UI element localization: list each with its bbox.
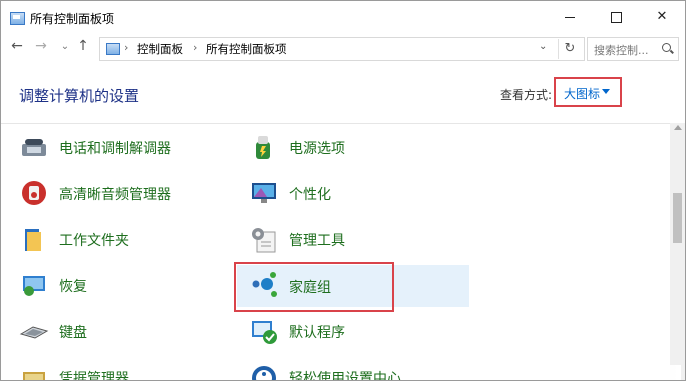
- control-panel-window: 所有控制面板项 ✕ ← → ⌄ ↑ › 控制面板 › 所有控制面板项 ⌄ ↻ 搜…: [0, 0, 686, 381]
- window-title: 所有控制面板项: [30, 12, 115, 26]
- maximize-icon: [611, 12, 622, 23]
- content-area: 调整计算机的设置 查看方式: 大图标 电话和调制解调器 高清晰音频管理器 工作文…: [1, 65, 685, 380]
- address-bar[interactable]: › 控制面板 › 所有控制面板项 ⌄ ↻: [99, 37, 585, 61]
- item-default-programs[interactable]: 默认程序: [249, 313, 449, 351]
- scroll-up-arrow-icon[interactable]: [674, 125, 682, 130]
- item-recovery[interactable]: 恢复: [19, 267, 219, 305]
- bottom-fade: [481, 365, 681, 380]
- recovery-icon: [23, 276, 45, 296]
- page-title: 调整计算机的设置: [19, 87, 140, 105]
- work-folders-icon: [25, 229, 41, 251]
- item-label: 电源选项: [289, 141, 345, 157]
- personalization-icon: [252, 183, 276, 203]
- item-personalization[interactable]: 个性化: [249, 175, 449, 213]
- item-credential-manager[interactable]: 凭据管理器: [19, 359, 219, 381]
- view-by-dropdown[interactable]: 大图标: [554, 77, 622, 107]
- search-input[interactable]: 搜索控制...: [587, 37, 679, 61]
- telephone-modem-icon: [22, 139, 46, 156]
- navigation-bar: ← → ⌄ ↑ › 控制面板 › 所有控制面板项 ⌄ ↻ 搜索控制...: [1, 34, 685, 64]
- caret-down-icon: [602, 89, 610, 94]
- back-button[interactable]: ←: [9, 38, 25, 54]
- close-button[interactable]: ✕: [639, 1, 685, 33]
- ease-of-access-icon: [252, 366, 276, 380]
- control-panel-icon: [106, 43, 120, 55]
- item-ease-of-access[interactable]: 轻松使用设置中心: [249, 359, 449, 381]
- item-label: 高清晰音频管理器: [59, 187, 171, 203]
- power-options-icon: [256, 136, 270, 159]
- audio-manager-icon: [22, 181, 46, 205]
- up-button[interactable]: ↑: [75, 38, 91, 54]
- breadcrumb-control-panel[interactable]: 控制面板: [137, 41, 183, 57]
- refresh-button[interactable]: ↻: [558, 39, 581, 59]
- breadcrumb-separator: ›: [124, 41, 129, 54]
- item-label: 个性化: [289, 187, 331, 203]
- maximize-button[interactable]: [593, 1, 639, 33]
- item-label: 凭据管理器: [59, 371, 129, 381]
- view-by-value: 大图标: [564, 87, 601, 101]
- search-placeholder: 搜索控制...: [594, 44, 649, 57]
- credential-manager-icon: [23, 372, 45, 380]
- minimize-icon: [565, 17, 575, 18]
- item-admin-tools[interactable]: 管理工具: [249, 221, 449, 259]
- control-panel-icon: [10, 12, 25, 25]
- item-label: 工作文件夹: [59, 233, 129, 249]
- breadcrumb-all-items[interactable]: 所有控制面板项: [206, 41, 287, 57]
- item-hd-audio[interactable]: 高清晰音频管理器: [19, 175, 219, 213]
- address-dropdown-button[interactable]: ⌄: [539, 41, 547, 52]
- control-panel-items: 电话和调制解调器 高清晰音频管理器 工作文件夹 恢复 键盘 凭据管理器 电源选项…: [1, 124, 670, 380]
- item-label: 管理工具: [289, 233, 345, 249]
- title-bar: 所有控制面板项 ✕: [1, 1, 685, 33]
- vertical-scrollbar[interactable]: [670, 123, 685, 380]
- default-programs-icon: [252, 321, 277, 344]
- recent-locations-button[interactable]: ⌄: [57, 41, 73, 52]
- forward-button[interactable]: →: [33, 38, 49, 54]
- item-label: 轻松使用设置中心: [289, 371, 401, 381]
- view-by-label: 查看方式:: [500, 88, 553, 102]
- homegroup-highlight: [234, 262, 394, 312]
- item-work-folders[interactable]: 工作文件夹: [19, 221, 219, 259]
- refresh-icon: ↻: [564, 41, 576, 56]
- close-icon: ✕: [656, 9, 668, 24]
- breadcrumb-separator: ›: [193, 41, 198, 54]
- administrative-tools-icon: [252, 228, 276, 253]
- item-label: 电话和调制解调器: [59, 141, 171, 157]
- item-label: 默认程序: [289, 325, 345, 341]
- item-power-options[interactable]: 电源选项: [249, 129, 449, 167]
- scrollbar-thumb[interactable]: [673, 193, 682, 243]
- item-label: 键盘: [59, 325, 87, 341]
- item-label: 恢复: [59, 279, 87, 295]
- item-phone-modem[interactable]: 电话和调制解调器: [19, 129, 219, 167]
- keyboard-icon: [19, 326, 49, 339]
- item-keyboard[interactable]: 键盘: [19, 313, 219, 351]
- minimize-button[interactable]: [547, 1, 593, 33]
- search-icon: [662, 43, 671, 52]
